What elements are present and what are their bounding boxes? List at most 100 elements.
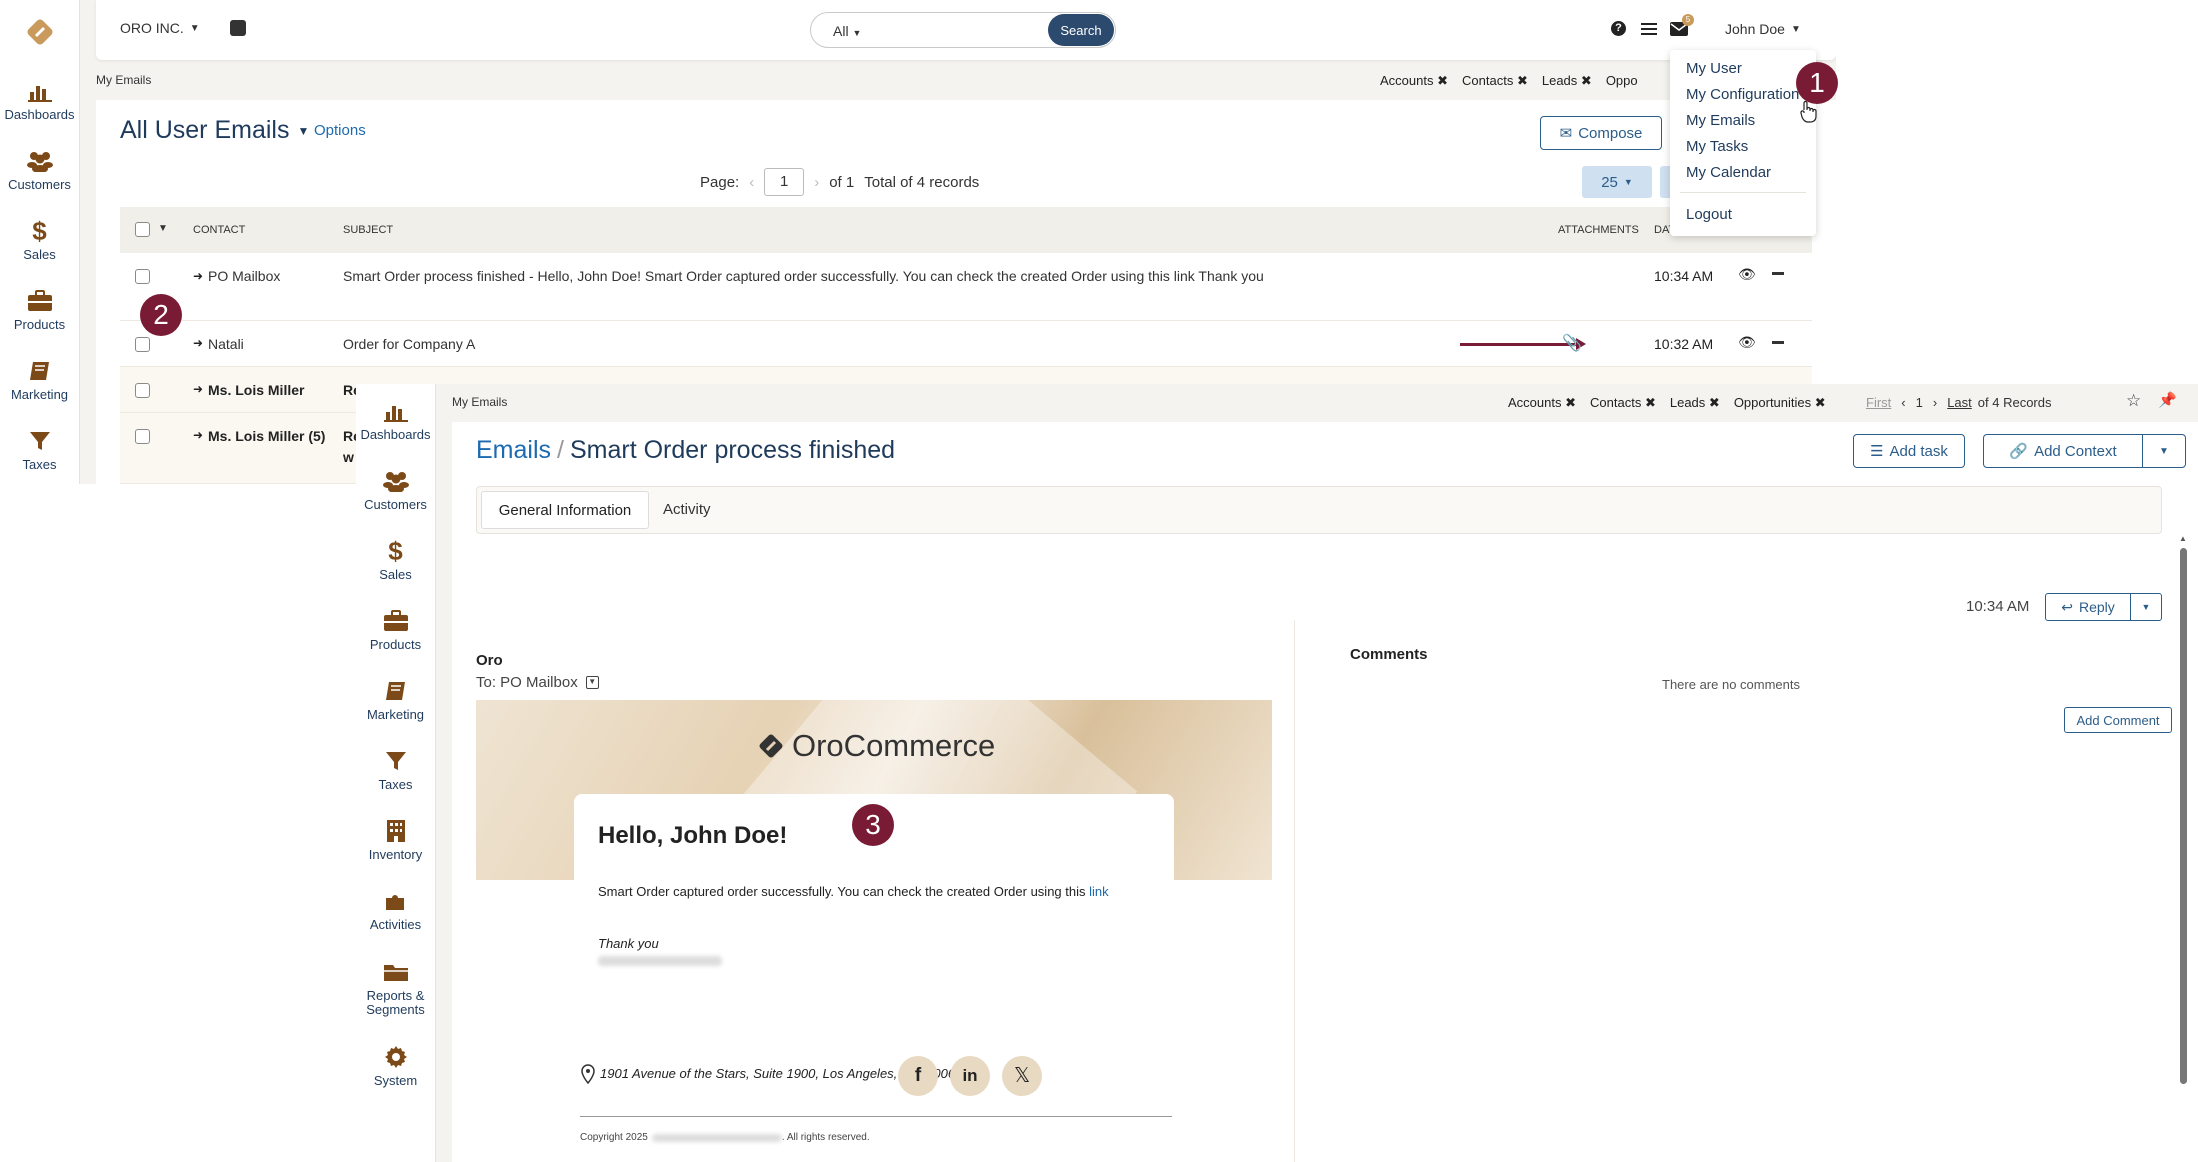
chevron-left-icon[interactable]: ‹	[1901, 395, 1905, 410]
menu-item-my-emails[interactable]: My Emails	[1686, 112, 1755, 129]
column-attachments[interactable]: ATTACHMENTS	[1558, 224, 1639, 236]
step-badge-2: 2	[140, 294, 182, 336]
org-name: ORO INC.	[120, 20, 184, 36]
page-title[interactable]: All User Emails ▼	[120, 116, 309, 145]
pinned-tab[interactable]: Opportunities ✖	[1734, 395, 1826, 411]
pager-first[interactable]: First	[1866, 395, 1891, 410]
menu-item-my-configuration[interactable]: My Configuration	[1686, 86, 1799, 103]
pinned-tab[interactable]: Contacts ✖	[1590, 395, 1656, 411]
tab-general-information[interactable]: General Information	[481, 491, 649, 529]
menu-item-my-calendar[interactable]: My Calendar	[1686, 164, 1771, 181]
search-scope-select[interactable]: All ▼	[833, 23, 861, 39]
add-context-button[interactable]: 🔗 Add Context	[1983, 434, 2143, 468]
blurred-signature	[598, 956, 722, 966]
user-menu-toggle[interactable]: John Doe ▼	[1725, 21, 1801, 37]
pinned-tab[interactable]: Oppo	[1606, 73, 1638, 89]
scroll-up-icon[interactable]: ▲	[2179, 534, 2187, 543]
table-row[interactable]: ➜ PO Mailbox Smart Order process finishe…	[120, 253, 1812, 321]
pinned-tab[interactable]: Leads ✖	[1670, 395, 1720, 411]
eye-icon[interactable]: 👁	[1738, 334, 1756, 351]
next-page-icon[interactable]: ›	[814, 174, 819, 191]
nav-customers[interactable]: Customers	[356, 454, 435, 524]
pinned-tab[interactable]: Accounts ✖	[1380, 73, 1448, 89]
linkedin-icon[interactable]: in	[950, 1056, 990, 1096]
search-button[interactable]: Search	[1048, 14, 1114, 46]
external-link-icon[interactable]	[230, 20, 246, 36]
footer-divider	[580, 1116, 1172, 1117]
email-view-screen: Dashboards Customers $ Sales Products Mar…	[356, 384, 2198, 1162]
prev-page-icon[interactable]: ‹	[749, 174, 754, 191]
menu-item-logout[interactable]: Logout	[1686, 206, 1732, 223]
nav-system[interactable]: System	[356, 1030, 435, 1100]
close-icon[interactable]: ✖	[1517, 73, 1528, 88]
nav-dashboards[interactable]: Dashboards	[356, 384, 435, 454]
close-icon[interactable]: ✖	[1581, 73, 1592, 88]
mail-icon[interactable]: 5	[1670, 14, 1694, 36]
compose-button[interactable]: ✉ Compose	[1540, 116, 1662, 150]
close-icon[interactable]: ✖	[1709, 395, 1720, 410]
nav-dashboards[interactable]: Dashboards	[0, 64, 79, 134]
paperclip-icon[interactable]: 📎	[1562, 333, 1582, 353]
close-icon[interactable]: ✖	[1645, 395, 1656, 410]
emails-breadcrumb-link[interactable]: Emails	[476, 436, 551, 465]
tab-activity[interactable]: Activity	[663, 501, 711, 518]
facebook-icon[interactable]: f	[898, 1056, 938, 1096]
page-size-select[interactable]: 25 ▼	[1582, 166, 1652, 198]
pinned-tab[interactable]: Contacts ✖	[1462, 73, 1528, 89]
star-icon[interactable]: ☆	[2126, 391, 2141, 411]
nav-inventory[interactable]: Inventory	[356, 804, 435, 874]
add-comment-button[interactable]: Add Comment	[2064, 707, 2172, 733]
eye-icon[interactable]: 👁	[1738, 266, 1756, 283]
scrollbar[interactable]: ▲	[2178, 534, 2188, 1134]
close-icon[interactable]: ✖	[1815, 395, 1826, 410]
bar-chart-icon	[27, 76, 52, 106]
row-subject: Smart Order process finished - Hello, Jo…	[343, 268, 1264, 284]
row-checkbox[interactable]	[135, 383, 150, 398]
menu-icon[interactable]	[1641, 22, 1657, 36]
pin-icon[interactable]: 📌	[2158, 391, 2177, 409]
x-twitter-icon[interactable]: 𝕏	[1002, 1056, 1042, 1096]
row-checkbox[interactable]	[135, 337, 150, 352]
menu-item-my-user[interactable]: My User	[1686, 60, 1742, 77]
pinned-tab[interactable]: Accounts ✖	[1508, 395, 1576, 411]
expand-recipients-icon[interactable]: ▼	[585, 676, 599, 689]
add-context-dropdown[interactable]: ▼	[2142, 434, 2186, 468]
row-contact: Ms. Lois Miller	[208, 382, 305, 398]
org-switcher[interactable]: ORO INC. ▼	[120, 20, 200, 36]
nav-taxes[interactable]: Taxes	[356, 734, 435, 804]
add-task-button[interactable]: ☰ Add task	[1853, 434, 1965, 468]
nav-sales[interactable]: $ Sales	[0, 204, 79, 274]
order-link[interactable]: link	[1089, 884, 1109, 899]
table-row[interactable]: ➜ Natali Order for Company A 📎 10:32 AM …	[120, 321, 1812, 367]
column-subject[interactable]: SUBJECT	[343, 224, 393, 236]
nav-marketing[interactable]: Marketing	[0, 344, 79, 414]
menu-item-my-tasks[interactable]: My Tasks	[1686, 138, 1748, 155]
nav-reports-segments[interactable]: Reports & Segments	[356, 944, 435, 1030]
row-checkbox[interactable]	[135, 269, 150, 284]
minus-icon[interactable]	[1772, 272, 1784, 275]
nav-products[interactable]: Products	[0, 274, 79, 344]
nav-products[interactable]: Products	[356, 594, 435, 664]
row-checkbox[interactable]	[135, 429, 150, 444]
chevron-right-icon[interactable]: ›	[1933, 395, 1937, 410]
close-icon[interactable]: ✖	[1437, 73, 1448, 88]
close-icon[interactable]: ✖	[1565, 395, 1576, 410]
nav-customers[interactable]: Customers	[0, 134, 79, 204]
page-input[interactable]: 1	[764, 168, 805, 196]
help-icon[interactable]: ?	[1611, 21, 1626, 36]
nav-taxes[interactable]: Taxes	[0, 414, 79, 484]
column-contact[interactable]: CONTACT	[193, 224, 245, 236]
options-link[interactable]: Options	[314, 122, 366, 139]
chevron-down-icon[interactable]: ▼	[158, 223, 168, 234]
pinned-tab[interactable]: Leads ✖	[1542, 73, 1592, 89]
minus-icon[interactable]	[1772, 341, 1784, 344]
nav-activities[interactable]: Activities	[356, 874, 435, 944]
nav-marketing[interactable]: Marketing	[356, 664, 435, 734]
reply-dropdown[interactable]: ▼	[2130, 593, 2162, 621]
pager-last[interactable]: Last	[1947, 395, 1972, 410]
reply-button[interactable]: ↩ Reply	[2045, 593, 2131, 621]
nav-sales[interactable]: $ Sales	[356, 524, 435, 594]
select-all-checkbox[interactable]	[135, 222, 150, 237]
oro-logo[interactable]	[0, 0, 79, 64]
scroll-thumb[interactable]	[2180, 548, 2187, 1084]
